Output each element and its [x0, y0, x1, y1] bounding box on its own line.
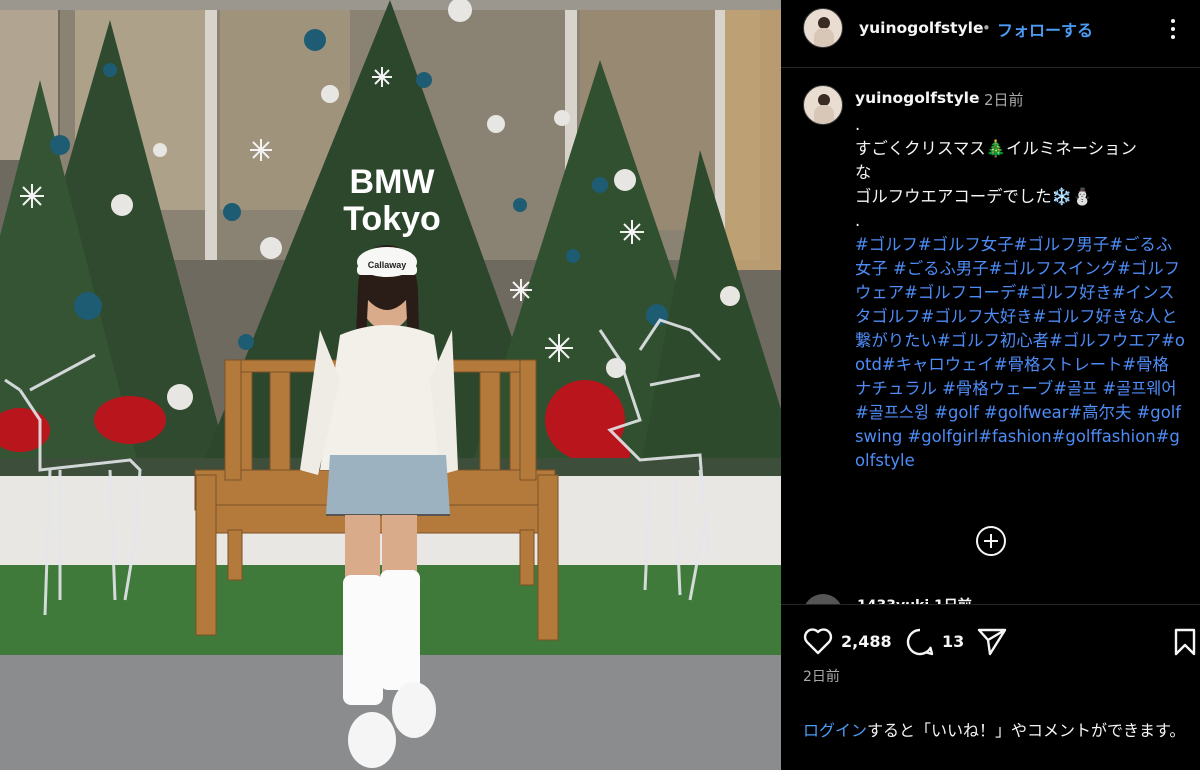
cap-logo: Callaway: [368, 260, 407, 270]
caption-line: .: [855, 115, 861, 134]
comment-icon[interactable]: [905, 627, 935, 657]
like-count[interactable]: 2,488: [841, 632, 892, 651]
more-dots-icon[interactable]: [1165, 15, 1179, 43]
login-link[interactable]: ログイン: [803, 721, 867, 740]
caption-line: すごくクリスマス🎄イルミネーション: [855, 139, 1137, 158]
action-bar: 2,488 13 2日前 ログインすると「いいね！」やコメントができます。: [781, 604, 1200, 770]
caption-line: ゴルフウエアコーデでした❄️⛄: [855, 187, 1093, 206]
caption-avatar[interactable]: [803, 85, 843, 125]
hashtags[interactable]: #ゴルフ#ゴルフ女子#ゴルフ男子#ごるふ女子 #ごるふ男子#ゴルフスイング#ゴル…: [855, 233, 1185, 473]
caption-text: . すごくクリスマス🎄イルミネーション な ゴルフウエアコーデでした❄️⛄ . …: [855, 113, 1185, 473]
bookmark-icon[interactable]: [1173, 627, 1197, 657]
separator-dot: •: [982, 19, 991, 37]
caption-username[interactable]: yuinogolfstyle: [855, 89, 980, 107]
header-username[interactable]: yuinogolfstyle: [859, 19, 984, 37]
signage-tokyo: Tokyo: [343, 200, 441, 238]
comment-count[interactable]: 13: [942, 632, 964, 651]
comment-preview: 1433yuki 1日前: [781, 590, 1200, 604]
comment-avatar[interactable]: [803, 594, 843, 604]
plus-circle-icon[interactable]: [976, 526, 1006, 556]
follow-button[interactable]: フォローする: [997, 17, 1093, 41]
login-prompt-text: すると「いいね！」やコメントができます。: [867, 721, 1186, 740]
login-prompt: ログインすると「いいね！」やコメントができます。: [803, 719, 1193, 743]
post-detail-panel: yuinogolfstyle • フォローする yuinogolfstyle 2…: [781, 0, 1200, 770]
post-photo[interactable]: BMW Tokyo Callaway: [0, 0, 781, 770]
caption-line: .: [855, 211, 861, 230]
post-date: 2日前: [803, 669, 840, 685]
caption-time[interactable]: 2日前: [984, 89, 1024, 110]
post-header: yuinogolfstyle • フォローする: [781, 0, 1200, 68]
signage-bmw: BMW: [350, 163, 436, 201]
comment-username[interactable]: 1433yuki 1日前: [857, 595, 972, 604]
avatar[interactable]: [803, 8, 843, 48]
caption-line: な: [855, 163, 872, 182]
heart-icon[interactable]: [803, 627, 833, 655]
send-icon[interactable]: [976, 627, 1008, 657]
photo-illustration: BMW Tokyo Callaway: [0, 0, 781, 770]
